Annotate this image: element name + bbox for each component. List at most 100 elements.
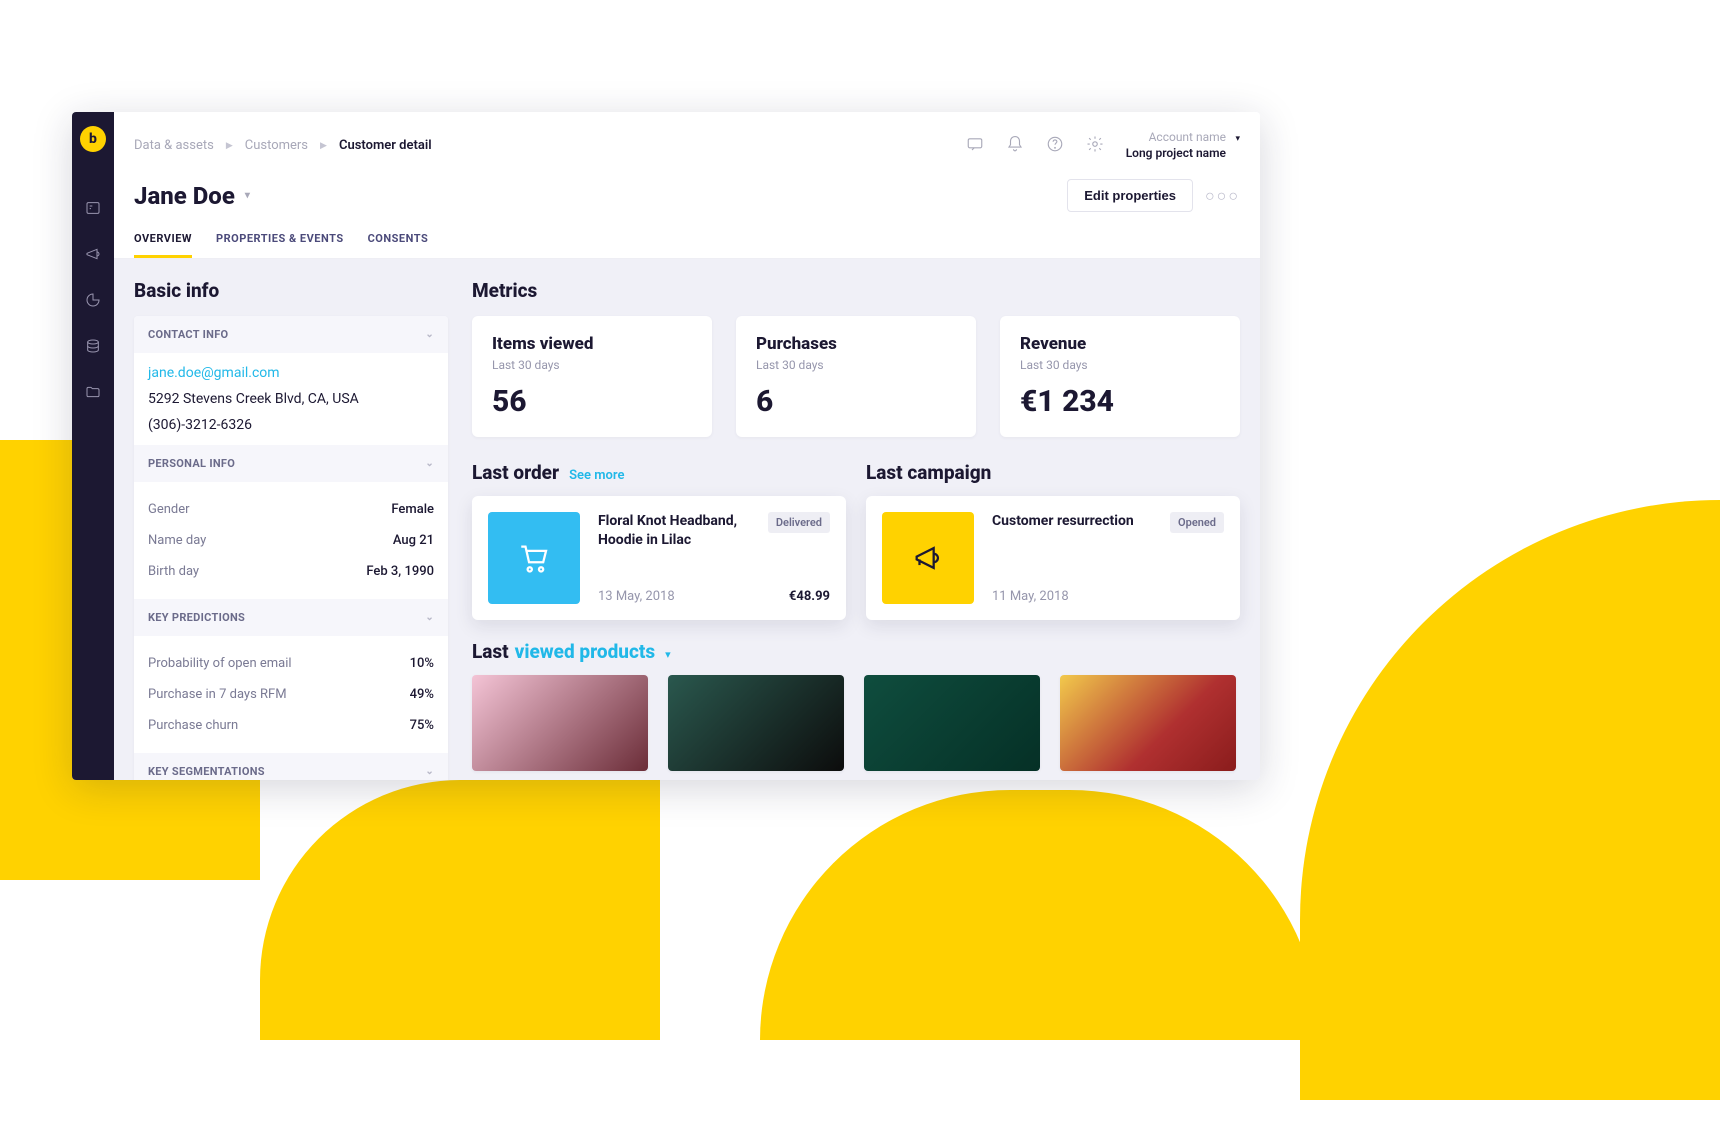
metric-value: €1 234 (1020, 384, 1220, 419)
row-key: Probability of open email (148, 656, 292, 671)
metric-label: Items viewed (492, 334, 692, 354)
contact-info-label: CONTACT INFO (148, 328, 228, 341)
key-segmentations-label: KEY SEGMENTATIONS (148, 765, 265, 778)
chevron-right-icon: ▶ (320, 141, 327, 151)
key-predictions-header[interactable]: KEY PREDICTIONS ⌄ (134, 599, 448, 636)
order-name: Floral Knot Headband, Hoodie in Lilac (598, 512, 768, 550)
row-key: Gender (148, 502, 190, 517)
metric-revenue: Revenue Last 30 days €1 234 (1000, 316, 1240, 437)
last-products-link: viewed products (515, 640, 655, 663)
cart-icon (488, 512, 580, 604)
personal-info-label: PERSONAL INFO (148, 457, 235, 470)
contact-address: 5292 Stevens Creek Blvd, CA, USA (148, 391, 434, 407)
last-products-prefix: Last (472, 640, 509, 663)
bg-decoration (1300, 500, 1720, 1100)
basic-info-title: Basic info (134, 279, 448, 302)
last-products-heading[interactable]: Last viewed products ▾ (472, 640, 1240, 663)
key-predictions-label: KEY PREDICTIONS (148, 611, 245, 624)
row-value: 75% (410, 718, 434, 733)
product-thumbnail[interactable] (864, 675, 1040, 771)
metric-period: Last 30 days (1020, 358, 1220, 372)
customer-name: Jane Doe (134, 182, 235, 210)
tab-consents[interactable]: CONSENTS (368, 224, 429, 258)
status-badge: Delivered (768, 512, 830, 533)
campaign-name: Customer resurrection (992, 512, 1134, 531)
contact-email[interactable]: jane.doe@gmail.com (148, 365, 434, 381)
gear-icon[interactable] (1086, 135, 1104, 157)
chevron-down-icon: ⌄ (425, 329, 434, 340)
tab-properties-events[interactable]: PROPERTIES & EVENTS (216, 224, 344, 258)
content: Basic info CONTACT INFO ⌄ jane.doe@gmail… (114, 259, 1260, 780)
row-value: 10% (410, 656, 434, 671)
metric-period: Last 30 days (492, 358, 692, 372)
chevron-down-icon: ⌄ (425, 458, 434, 469)
last-campaign-title: Last campaign (866, 461, 991, 484)
logo[interactable]: b (80, 126, 106, 152)
personal-info-row: Gender Female (148, 494, 434, 525)
row-key: Purchase churn (148, 718, 238, 733)
last-campaign-card[interactable]: Customer resurrection Opened 11 May, 201… (866, 496, 1240, 620)
metric-value: 56 (492, 384, 692, 419)
metric-items-viewed: Items viewed Last 30 days 56 (472, 316, 712, 437)
row-value: Aug 21 (393, 533, 434, 548)
row-value: Feb 3, 1990 (366, 564, 434, 579)
account-name: Account name (1126, 130, 1226, 146)
row-key: Birth day (148, 564, 199, 579)
project-name: Long project name (1126, 146, 1226, 162)
key-segmentations-header[interactable]: KEY SEGMENTATIONS ⌄ (134, 753, 448, 780)
prediction-row: Probability of open email 10% (148, 648, 434, 679)
app-frame: b Data & assets ▶ Custo (72, 112, 1260, 780)
last-order-card[interactable]: Floral Knot Headband, Hoodie in Lilac De… (472, 496, 846, 620)
last-order-title: Last order (472, 461, 559, 484)
metric-label: Revenue (1020, 334, 1220, 354)
breadcrumb: Data & assets ▶ Customers ▶ Customer det… (134, 138, 432, 153)
personal-info-row: Birth day Feb 3, 1990 (148, 556, 434, 587)
nav-dashboard-icon[interactable] (85, 200, 101, 216)
nav-folder-icon[interactable] (85, 384, 101, 400)
megaphone-icon (882, 512, 974, 604)
row-value: 49% (410, 687, 434, 702)
chat-icon[interactable] (966, 135, 984, 157)
personal-info-header[interactable]: PERSONAL INFO ⌄ (134, 445, 448, 482)
nav-data-icon[interactable] (85, 338, 101, 354)
basic-info-panel: CONTACT INFO ⌄ jane.doe@gmail.com 5292 S… (134, 316, 448, 780)
nav-analytics-icon[interactable] (85, 292, 101, 308)
chevron-down-icon: ▾ (1235, 134, 1240, 146)
edit-properties-button[interactable]: Edit properties (1067, 179, 1193, 212)
product-thumbnail[interactable] (472, 675, 648, 771)
more-menu-icon[interactable]: ○○○ (1205, 186, 1240, 206)
contact-info-header[interactable]: CONTACT INFO ⌄ (134, 316, 448, 353)
chevron-down-icon: ⌄ (425, 612, 434, 623)
nav-campaigns-icon[interactable] (85, 246, 101, 262)
page-title[interactable]: Jane Doe ▾ (134, 182, 250, 210)
personal-info-row: Name day Aug 21 (148, 525, 434, 556)
metric-purchases: Purchases Last 30 days 6 (736, 316, 976, 437)
breadcrumb-data-assets[interactable]: Data & assets (134, 138, 214, 153)
breadcrumb-customers[interactable]: Customers (245, 138, 308, 153)
metrics-title: Metrics (472, 279, 1240, 302)
product-thumbnail[interactable] (1060, 675, 1236, 771)
bell-icon[interactable] (1006, 135, 1024, 157)
chevron-down-icon: ▾ (665, 648, 671, 661)
see-more-link[interactable]: See more (569, 468, 624, 483)
campaign-date: 11 May, 2018 (992, 589, 1069, 604)
topbar: Data & assets ▶ Customers ▶ Customer det… (114, 112, 1260, 161)
chevron-down-icon: ⌄ (425, 766, 434, 777)
help-icon[interactable] (1046, 135, 1064, 157)
product-thumbnail[interactable] (668, 675, 844, 771)
tab-overview[interactable]: OVERVIEW (134, 224, 192, 258)
prediction-row: Purchase churn 75% (148, 710, 434, 741)
contact-phone: (306)-3212-6326 (148, 417, 434, 433)
sidebar: b (72, 112, 114, 780)
order-date: 13 May, 2018 (598, 589, 675, 604)
status-badge: Opened (1170, 512, 1224, 533)
metric-period: Last 30 days (756, 358, 956, 372)
chevron-right-icon: ▶ (226, 141, 233, 151)
account-switcher[interactable]: Account name Long project name ▾ (1126, 130, 1240, 161)
metric-value: 6 (756, 384, 956, 419)
main: Data & assets ▶ Customers ▶ Customer det… (114, 112, 1260, 780)
chevron-down-icon: ▾ (245, 190, 250, 201)
prediction-row: Purchase in 7 days RFM 49% (148, 679, 434, 710)
row-key: Purchase in 7 days RFM (148, 687, 287, 702)
breadcrumb-current: Customer detail (339, 138, 432, 153)
